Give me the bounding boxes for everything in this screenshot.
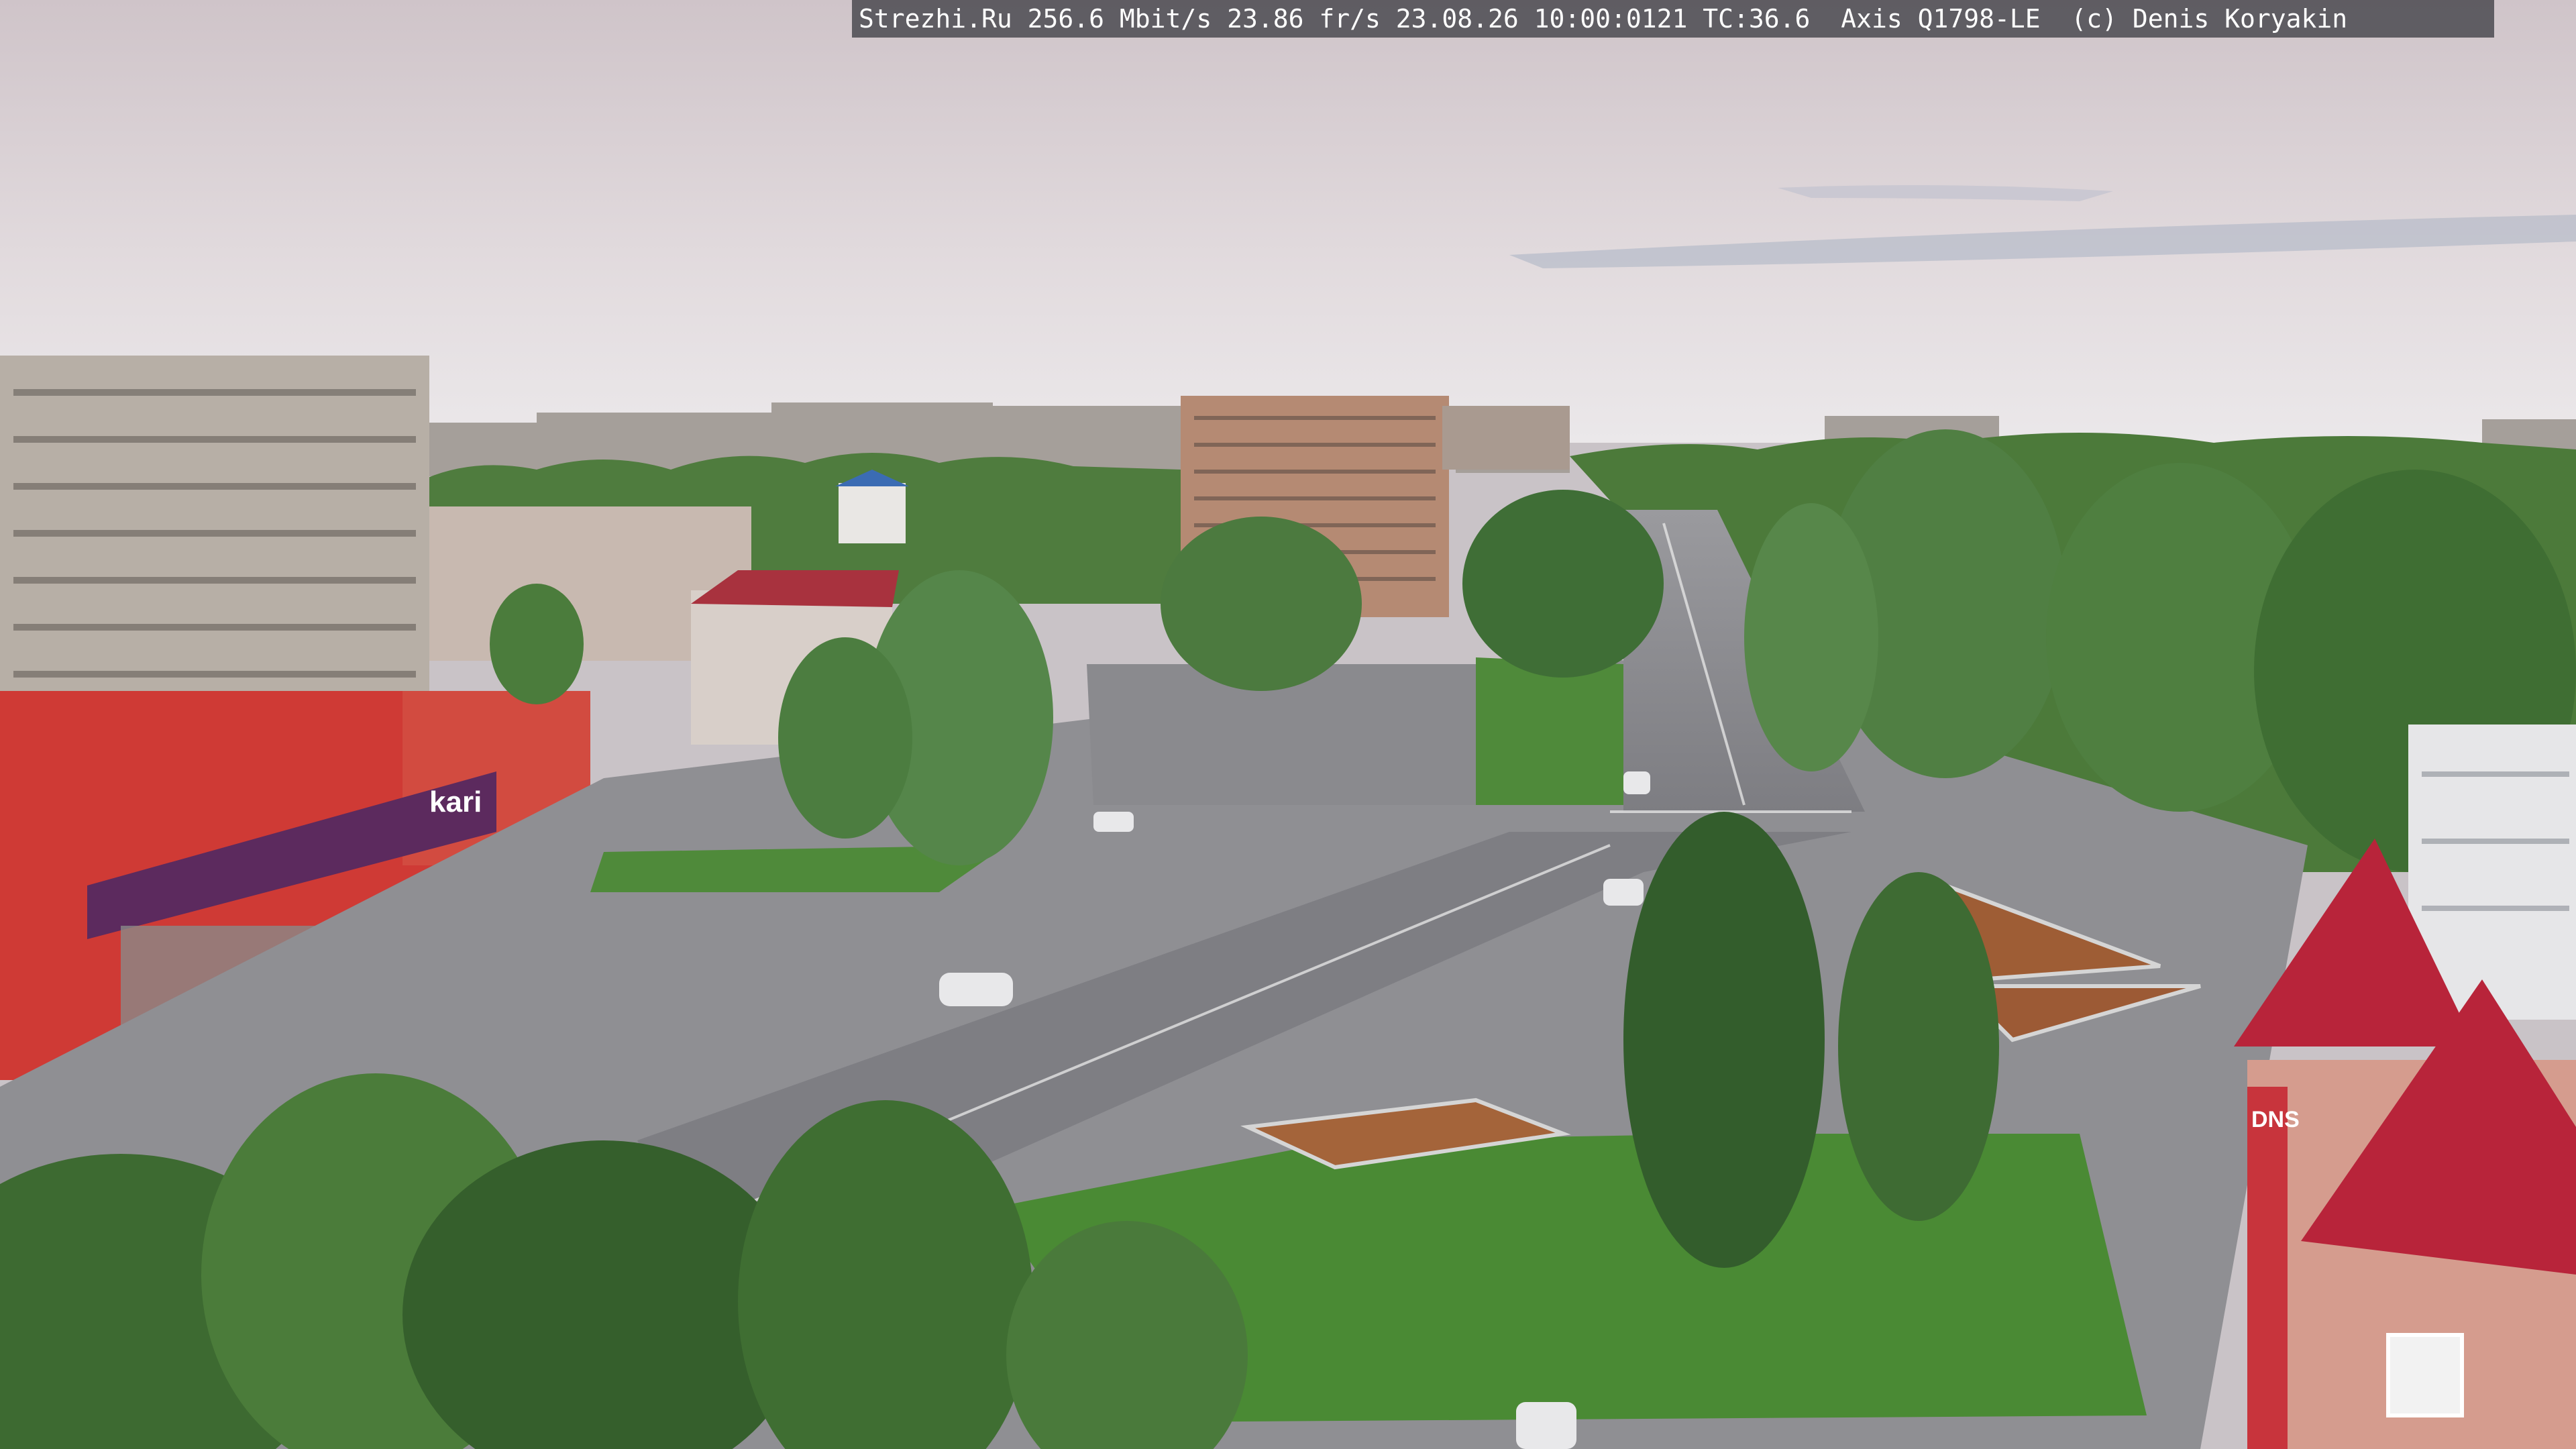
white-tower [839,483,906,543]
central-tower-wing [1442,406,1570,470]
store-brand-sign: kari [429,786,482,818]
tower-sign: DNS [2251,1107,2300,1132]
red-tower-window [2386,1333,2464,1417]
red-tower-vertical-sign [2247,1087,2288,1449]
parking-area [1087,664,1509,805]
lawn-median [1476,657,1623,805]
webcam-scene: kari DNS [0,0,2576,1449]
camera-info-overlay: Strezhi.Ru 256.6 Mbit/s 23.86 fr/s 23.08… [852,0,2494,38]
